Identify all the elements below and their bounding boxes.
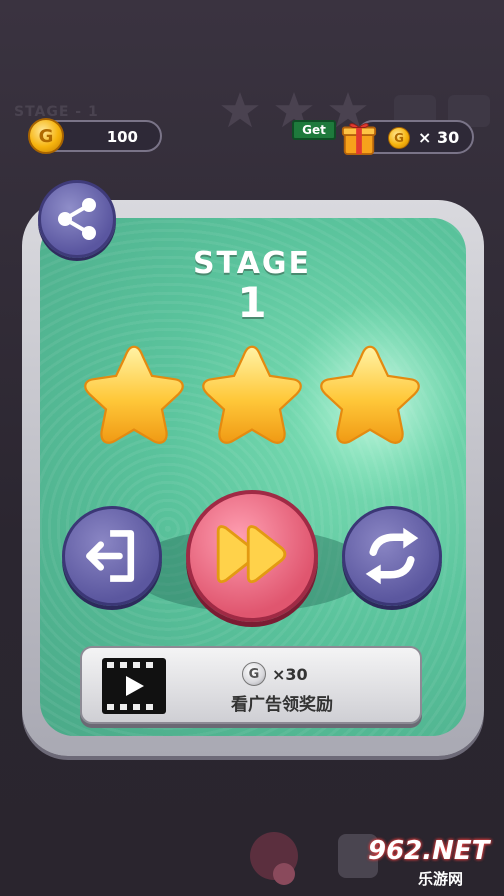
exit-icon	[86, 530, 135, 582]
ad-reward-text: 看广告领奖励	[231, 695, 333, 715]
watch-ad-reward-button[interactable]: G ×30 看广告领奖励	[80, 646, 422, 724]
rating-star-1-icon	[84, 345, 184, 444]
coin-icon: G	[388, 127, 410, 149]
share-button[interactable]	[38, 180, 116, 258]
exit-button[interactable]	[62, 506, 162, 606]
coin-letter: G	[394, 131, 404, 145]
get-label[interactable]: Get	[292, 120, 336, 140]
fast-forward-icon	[216, 525, 287, 584]
gift-box-icon[interactable]	[340, 118, 378, 156]
rating-star-3-icon	[320, 345, 420, 444]
video-film-icon	[102, 658, 166, 714]
watermark-main: 962.NET	[368, 836, 490, 866]
rating-star-2-icon	[202, 345, 302, 444]
ad-reward-amount-group: G ×30	[242, 662, 308, 686]
coin-letter: G	[38, 125, 54, 147]
watermark: 962.NET 乐游网	[360, 836, 500, 892]
background-item-icon	[250, 832, 298, 885]
replay-button[interactable]	[342, 506, 442, 606]
stage-title: STAGE	[192, 246, 312, 281]
next-stage-button[interactable]	[186, 490, 318, 622]
coin-icon: G	[242, 662, 266, 686]
coin-icon: G	[28, 118, 64, 154]
ad-reward-amount: ×30	[272, 664, 308, 684]
share-icon	[58, 198, 96, 240]
background-stage-label: STAGE - 1	[14, 104, 99, 120]
coin-letter: G	[248, 666, 260, 682]
refresh-icon	[365, 527, 419, 585]
gift-reward-amount: × 30	[418, 128, 460, 147]
coin-count: 100	[106, 128, 138, 146]
background-star-icon	[221, 92, 259, 128]
watermark-sub: 乐游网	[418, 870, 464, 888]
